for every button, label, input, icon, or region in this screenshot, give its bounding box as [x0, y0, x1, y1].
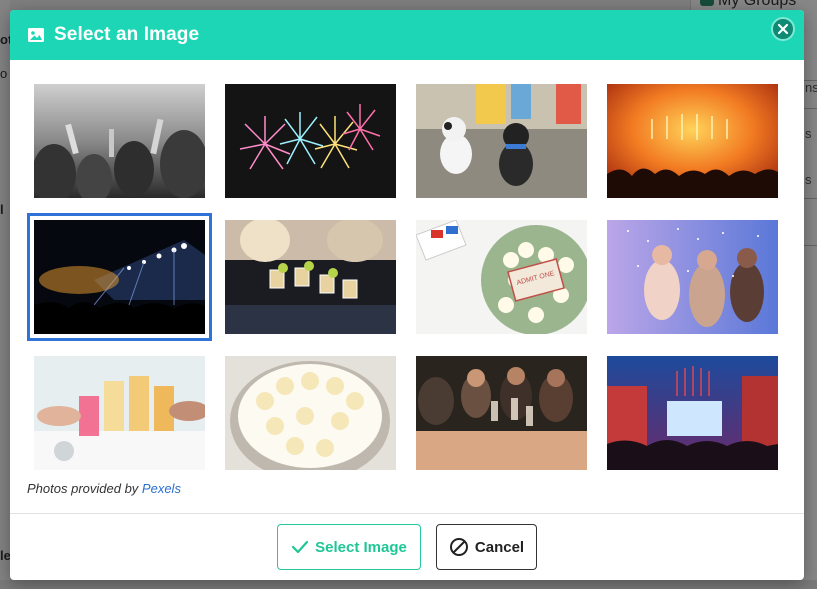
image-thumbnail-concert-crowd-bw[interactable]: [34, 84, 205, 198]
image-thumbnail-popcorn-3d-glasses-ticket[interactable]: ADMIT ONE: [416, 220, 587, 334]
dialog-header: Select an Image: [10, 10, 804, 60]
checkmark-icon: [292, 540, 309, 554]
image-thumbnail-concert-night-stage[interactable]: [27, 213, 212, 341]
dialog-title: Select an Image: [54, 24, 200, 45]
image-grid: ADMIT ONE: [27, 84, 778, 470]
image-thumbnail-festival-stage[interactable]: [607, 356, 778, 470]
pexels-link[interactable]: Pexels: [142, 481, 181, 496]
footer-divider: [10, 513, 804, 514]
image-thumbnail-party-shots[interactable]: [225, 220, 396, 334]
select-image-button[interactable]: Select Image: [277, 524, 421, 570]
photo-credit: Photos provided by Pexels: [27, 481, 181, 496]
image-thumbnail-friends-dinner-toast[interactable]: [416, 356, 587, 470]
image-thumbnail-popcorn-bowl[interactable]: [225, 356, 396, 470]
image-thumbnail-fireworks[interactable]: [225, 84, 396, 198]
cancel-label: Cancel: [474, 538, 525, 556]
close-button[interactable]: [771, 17, 795, 41]
image-icon: [28, 28, 44, 42]
select-image-dialog: Select an Image ADMIT ONE Photos provide…: [10, 10, 804, 580]
image-thumbnail-concert-orange-stage[interactable]: [607, 84, 778, 198]
image-thumbnail-french-bulldogs[interactable]: [416, 84, 587, 198]
cancel-button[interactable]: Cancel: [436, 524, 537, 570]
close-icon: [777, 23, 789, 35]
no-entry-icon: [449, 538, 468, 556]
photo-credit-text: Photos provided by: [27, 481, 139, 496]
image-thumbnail-cocktail-toast[interactable]: [34, 356, 205, 470]
image-thumbnail-party-confetti[interactable]: [607, 220, 778, 334]
select-image-label: Select Image: [315, 538, 407, 556]
